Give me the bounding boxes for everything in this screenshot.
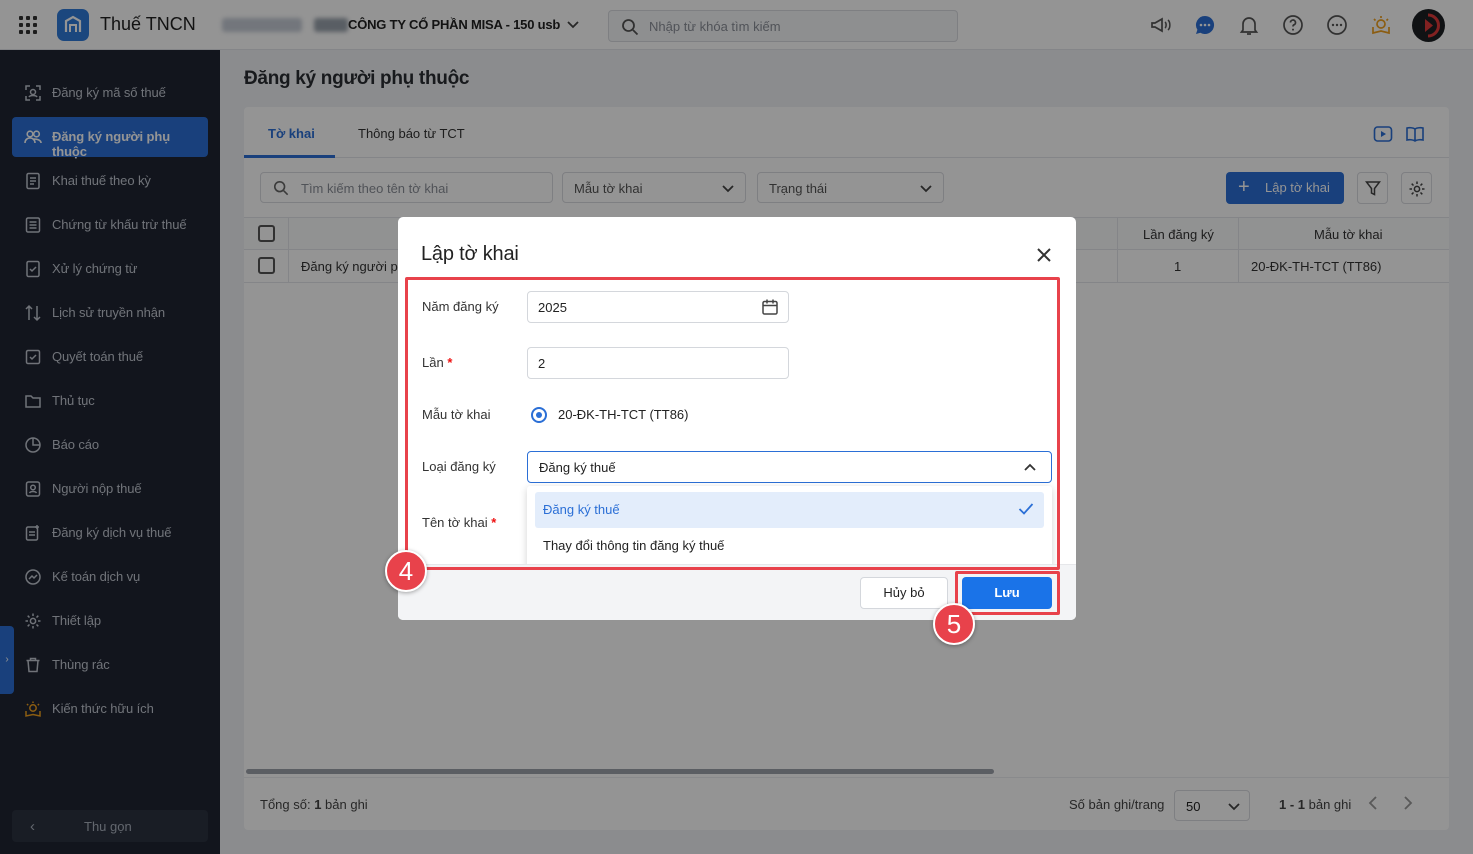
close-icon[interactable] (1034, 245, 1054, 265)
step-marker-5: 5 (933, 603, 975, 645)
dialog-title: Lập tờ khai (421, 243, 519, 265)
cancel-button[interactable]: Hủy bỏ (860, 577, 948, 609)
highlight-form-area (405, 277, 1060, 570)
highlight-save-button (955, 571, 1060, 615)
step-marker-4: 4 (385, 550, 427, 592)
